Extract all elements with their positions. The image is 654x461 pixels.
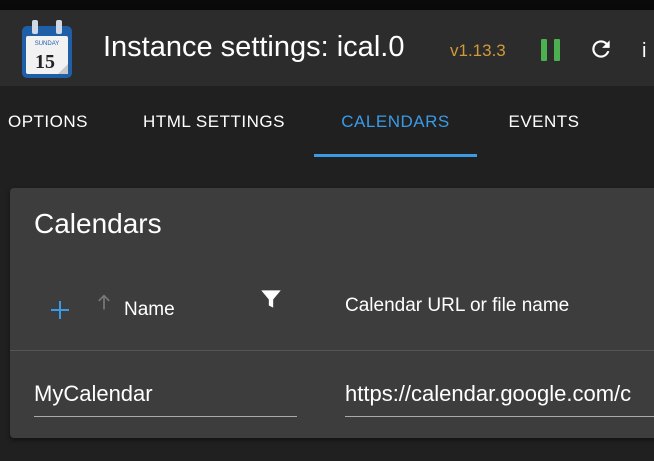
column-header-name[interactable]: Name (124, 299, 175, 321)
tab-options[interactable]: OPTIONS (0, 86, 96, 158)
header-cut-text[interactable]: i (642, 40, 646, 63)
calendar-url-input[interactable]: https://calendar.google.com/c (345, 378, 654, 417)
tab-events[interactable]: EVENTS (490, 86, 598, 158)
column-header-url: Calendar URL or file name (345, 295, 570, 316)
page-title: Instance settings: ical.0 (103, 31, 405, 63)
calendar-day-number: 15 (35, 51, 55, 73)
add-icon[interactable] (48, 298, 72, 322)
row-divider (10, 350, 654, 351)
tab-indicator (314, 154, 477, 157)
card-title: Calendars (34, 208, 162, 239)
calendar-name-input[interactable]: MyCalendar (34, 378, 297, 417)
pause-icon[interactable] (541, 39, 561, 61)
calendar-icon: SUNDAY 15 (22, 20, 72, 78)
app-header: SUNDAY 15 Instance settings: ical.0 v1.1… (0, 10, 654, 86)
tab-bar: OPTIONS HTML SETTINGS CALENDARS EVENTS (0, 86, 654, 158)
calendar-day-label: SUNDAY (35, 41, 60, 47)
tab-html-settings[interactable]: HTML SETTINGS (128, 86, 300, 158)
calendars-card: Calendars Name Calendar URL or file name… (10, 188, 654, 438)
version-label: v1.13.3 (450, 41, 506, 60)
sort-arrow-up-icon[interactable] (94, 292, 114, 312)
filter-icon[interactable] (258, 286, 284, 312)
reload-icon[interactable] (588, 36, 614, 62)
top-strip (0, 0, 654, 10)
tab-calendars[interactable]: CALENDARS (314, 86, 477, 158)
